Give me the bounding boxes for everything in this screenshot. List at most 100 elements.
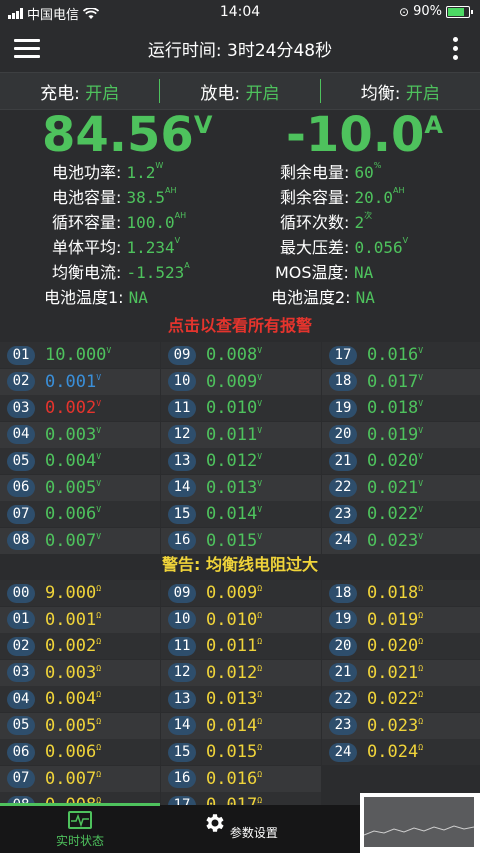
cell-value: 0.006Ω [45,742,102,762]
cell-value: 0.019Ω [367,609,424,630]
stat-item: 最大压差: 0.056V [280,235,408,260]
stat-label: 循环次数: [280,213,355,232]
cell-voltage-item: 21 0.020V [322,448,480,474]
cell-unit: Ω [418,610,424,620]
orientation-lock-icon: ⊙ [399,4,410,19]
cell-number-badge: 04 [7,689,35,709]
cell-number-badge: 07 [7,769,35,788]
cell-value: 0.022Ω [367,689,424,709]
cell-number-badge: 06 [7,478,35,497]
cell-unit: Ω [257,663,263,673]
wire-resistance-item: 01 0.001Ω [0,606,160,633]
cell-number-badge: 03 [7,398,35,418]
cell-value: 0.007Ω [45,768,102,789]
cell-voltage-item: 12 0.011V [161,421,321,448]
cell-value: 0.004V [45,451,102,471]
cell-unit: V [418,478,424,488]
view-alarms-link[interactable]: 点击以查看所有报警 [0,310,480,342]
stat-unit: AH [393,186,405,195]
stat-unit: % [373,161,382,170]
wire-resistance-item: 18 0.018Ω [322,580,480,606]
cell-value: 0.008V [206,345,263,365]
cell-unit: Ω [96,690,102,699]
cell-number-badge: 22 [329,689,357,709]
menu-icon[interactable] [14,39,40,59]
cell-number-badge: 10 [168,610,196,629]
cell-value: 0.017V [367,371,424,392]
cell-number-badge: 12 [168,663,196,682]
floating-preview-thumbnail[interactable] [360,793,480,853]
more-options-icon[interactable] [453,37,458,64]
stat-unit: V [174,236,181,245]
charge-state: 开启 [85,83,120,104]
wire-resistance-item: 14 0.014Ω [161,712,321,739]
balance-switch[interactable]: 均衡: 开启 [321,79,480,104]
cell-value: 0.019V [367,424,424,445]
cell-value: 0.001V [45,371,102,392]
wire-resistance-item: 02 0.002Ω [0,633,160,659]
cell-number-badge: 05 [7,716,35,735]
cell-number-badge: 14 [168,478,196,497]
tab-realtime-status[interactable]: 实时状态 [0,803,160,853]
stat-label: 循环容量: [52,213,127,232]
cell-voltage-item: 04 0.003V [0,421,160,448]
cell-unit: Ω [96,769,102,779]
stat-item: 剩余容量: 20.0AH [280,185,405,210]
cell-voltage-item: 23 0.022V [322,501,480,527]
balance-state: 开启 [405,83,440,104]
cell-number-badge: 18 [329,372,357,391]
cell-value: 0.014V [206,504,263,524]
cell-unit: V [418,372,424,382]
cell-unit: Ω [96,716,102,726]
charge-switch[interactable]: 充电: 开启 [0,79,159,104]
cell-unit: V [257,452,263,461]
cell-voltage-item: 22 0.021V [322,474,480,501]
cell-value: 0.013Ω [206,689,263,709]
balance-wire-resistance-grid: 00 9.000Ω 01 0.001Ω 02 0.002Ω 03 0.003Ω 04 0.004Ω… [0,580,480,818]
wire-resistance-item: 15 0.015Ω [161,739,321,765]
cell-unit: V [418,531,424,541]
cell-value: 0.023Ω [367,715,424,736]
cell-value: 0.016V [367,345,424,365]
wire-resistance-item: 10 0.010Ω [161,606,321,633]
cell-number-badge: 12 [168,425,196,444]
cell-voltage-item: 10 0.009V [161,368,321,395]
stat-value: 1.234 [126,238,175,257]
wire-resistance-item: 04 0.004Ω [0,686,160,712]
cell-voltage-item: 09 0.008V [161,342,321,368]
active-tab-indicator [0,803,160,806]
cell-value: 0.020Ω [367,636,424,656]
cell-voltage-item: 06 0.005V [0,474,160,501]
stat-value: NA [128,288,148,307]
warning-banner: 警告: 均衡线电阻过大 [0,550,480,580]
cell-unit: Ω [96,637,102,646]
cell-unit: V [96,425,102,435]
stat-item: 电池容量: 38.5AH [52,185,177,210]
cell-number-badge: 17 [329,345,357,365]
stat-value: 60 [354,163,374,182]
stat-value: 38.5 [126,188,166,207]
stat-item: 单体平均: 1.234V [52,235,180,260]
cell-unit: Ω [418,716,424,726]
tab-parameter-settings[interactable]: 参数设置 [160,805,320,853]
cell-voltage-item: 08 0.007V [0,527,160,554]
cell-voltage-item: 24 0.023V [322,527,480,554]
cell-voltage-item: 17 0.016V [322,342,480,368]
discharge-switch[interactable]: 放电: 开启 [160,79,319,104]
cell-unit: V [257,478,263,488]
cell-value: 0.003V [45,424,102,445]
cell-value: 0.015Ω [206,742,263,762]
cell-number-badge: 11 [168,636,196,656]
status-bar: 中国电信 14:04 ⊙ 90% [0,0,480,24]
stat-value: NA [354,263,374,282]
cell-unit: Ω [418,584,424,593]
cell-unit: V [418,452,424,461]
cell-unit: V [418,505,424,514]
cell-voltage-item: 15 0.014V [161,501,321,527]
cell-unit: V [418,346,424,355]
stat-value: 20.0 [354,188,394,207]
cell-value: 0.002Ω [45,636,102,656]
stat-item: 电池温度1: NA [44,285,148,310]
cell-value: 0.005V [45,477,102,498]
cell-unit: Ω [418,663,424,673]
